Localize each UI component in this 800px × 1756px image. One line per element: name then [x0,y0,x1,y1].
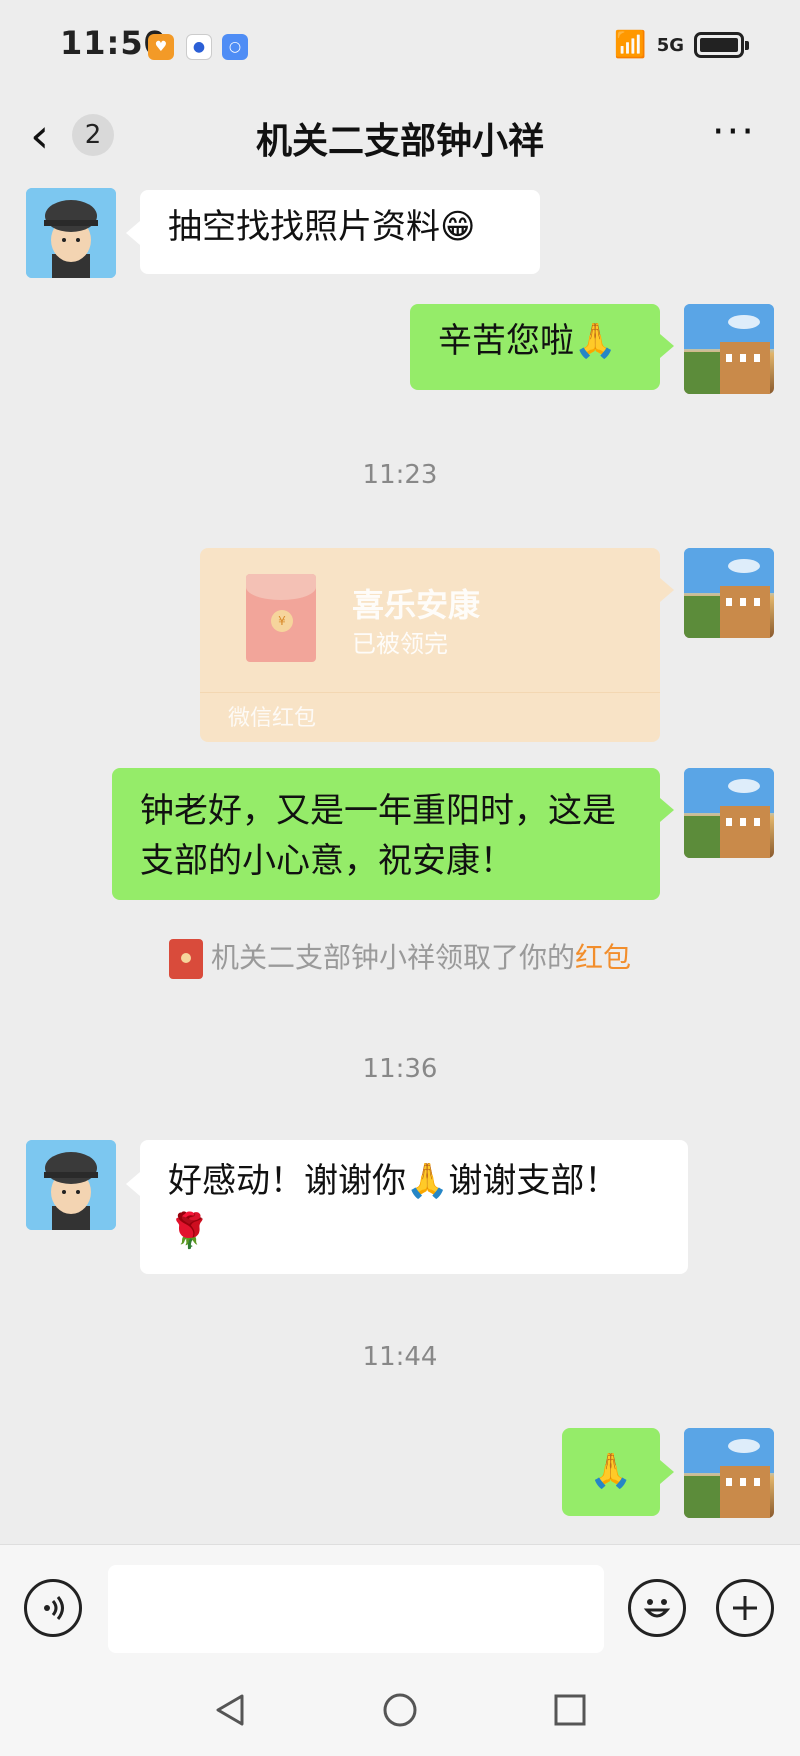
message-bubble-outgoing[interactable]: 🙏 [562,1428,660,1516]
red-packet-card[interactable]: ¥ 喜乐安康 已被领完 微信红包 [200,548,660,742]
baidu-notification-icon: ● [186,34,212,60]
timestamp: 11:36 [362,1054,438,1084]
wifi-icon: 📶 [614,30,647,60]
message-bubble-outgoing[interactable]: 辛苦您啦🙏 [410,304,660,390]
red-packet-status: 已被领完 [352,630,448,658]
message-bubble-incoming[interactable]: 好感动！谢谢你🙏谢谢支部！🌹 [140,1140,688,1274]
my-avatar[interactable] [684,768,774,858]
add-icon[interactable] [716,1579,774,1637]
contact-avatar[interactable] [26,1140,116,1230]
nav-recents-icon[interactable] [550,1690,590,1739]
nav-home-icon[interactable] [380,1690,420,1739]
my-avatar[interactable] [684,548,774,638]
my-avatar[interactable] [684,1428,774,1518]
bubble-tail [126,1172,140,1196]
contact-avatar[interactable] [26,188,116,278]
red-packet-link[interactable]: 红包 [575,941,631,974]
bubble-tail [660,1460,674,1484]
timestamp: 11:44 [362,1342,438,1372]
bubble-tail [660,334,674,358]
system-nav-bar [0,1668,800,1756]
bubble-tail [660,798,674,822]
emoji-icon[interactable] [628,1579,686,1637]
nav-back-icon[interactable] [210,1690,250,1739]
more-icon[interactable]: ··· [712,112,756,152]
bubble-tail [126,221,140,245]
battery-icon [694,32,749,58]
red-packet-title: 喜乐安康 [352,586,481,624]
my-avatar[interactable] [684,304,774,394]
red-packet-small-icon [168,939,203,979]
chat-title: 机关二支部钟小祥 [255,121,544,162]
status-indicators: 📶 5G [614,30,749,60]
voice-icon[interactable] [24,1579,82,1637]
message-notification-icon: ○ [222,34,248,60]
signal-icon: 5G [656,34,684,56]
system-notice: 机关二支部钟小祥领取了你的红包 [0,936,800,979]
bubble-tail [660,578,674,602]
message-bubble-incoming[interactable]: 抽空找找照片资料😁 [140,190,540,274]
message-bubble-outgoing[interactable]: 钟老好，又是一年重阳时，这是支部的小心意，祝安康！ [112,768,660,900]
app-notification-icon: ♥ [148,34,174,60]
red-packet-icon: ¥ [246,574,316,662]
red-packet-footer: 微信红包 [228,706,317,731]
timestamp: 11:23 [362,460,438,490]
input-bar [0,1544,800,1668]
message-input[interactable] [108,1565,604,1653]
